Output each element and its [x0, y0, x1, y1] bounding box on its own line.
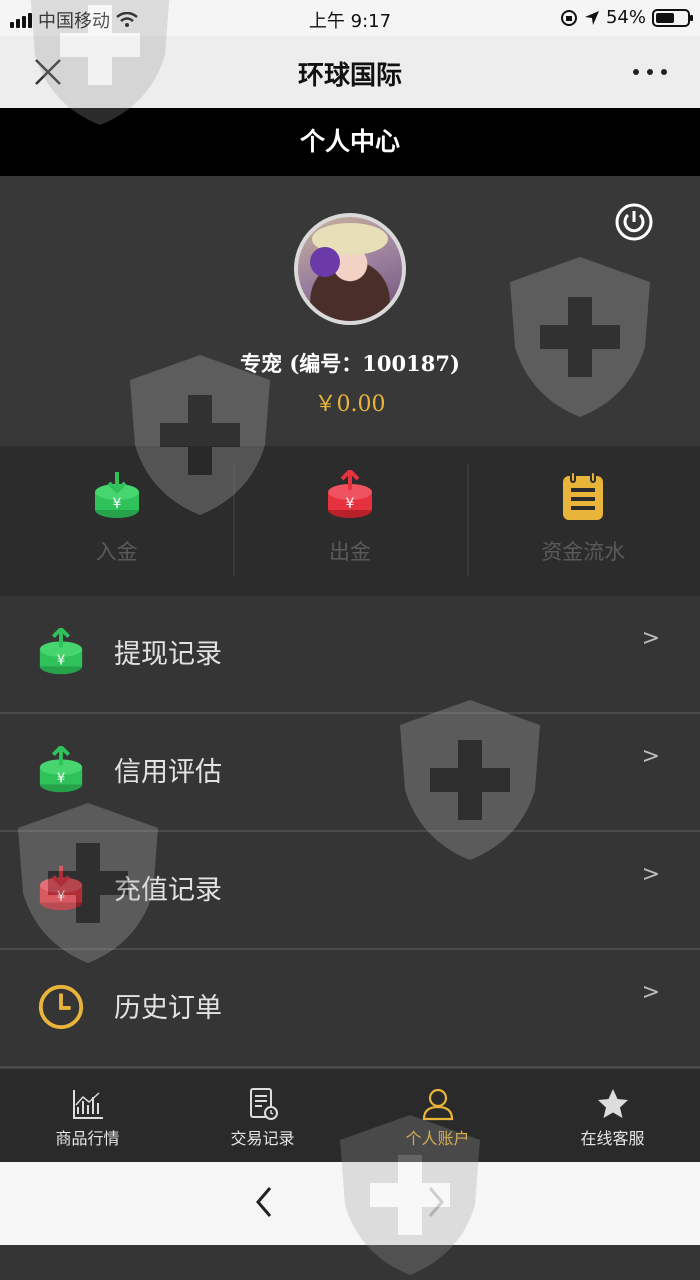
tab-bar: 商品行情 交易记录 个人账户 在线客服: [0, 1068, 700, 1163]
credit-icon: ¥: [39, 746, 83, 793]
tab-label: 商品行情: [55, 1129, 120, 1148]
user-name-line: 专宠 (编号：100187): [0, 348, 700, 378]
status-bar: 中国移动 上午 9:17 54%: [0, 0, 700, 36]
deposit-button[interactable]: ¥ 入金: [0, 446, 233, 596]
recharge-record-icon: ¥: [39, 865, 83, 911]
nav-bar: 环球国际: [0, 36, 700, 108]
power-icon[interactable]: [614, 202, 654, 242]
chevron-right-icon: >: [641, 744, 660, 769]
menu-item-label: 提现记录: [114, 639, 222, 670]
browser-toolbar: [0, 1162, 700, 1245]
tab-online-service[interactable]: 在线客服: [525, 1069, 700, 1163]
withdraw-label: 出金: [328, 540, 371, 564]
deposit-icon: ¥: [94, 472, 139, 518]
tab-label: 个人账户: [405, 1129, 470, 1148]
svg-text:¥: ¥: [57, 890, 66, 905]
svg-text:¥: ¥: [112, 496, 121, 512]
battery-icon: [652, 8, 693, 27]
forward-icon[interactable]: [420, 1184, 450, 1220]
tab-market[interactable]: 商品行情: [0, 1069, 175, 1163]
svg-text:¥: ¥: [346, 496, 355, 512]
tab-label: 交易记录: [230, 1129, 295, 1148]
document-icon: [249, 1088, 278, 1120]
status-right: 54%: [560, 7, 693, 28]
menu-item-credit-assessment[interactable]: ¥ 信用评估 >: [0, 714, 700, 832]
withdraw-icon: ¥: [327, 470, 372, 518]
avatar[interactable]: [294, 213, 406, 325]
chevron-right-icon: >: [641, 980, 660, 1005]
back-icon[interactable]: [250, 1184, 280, 1220]
nav-title: 环球国际: [297, 61, 402, 91]
quick-actions: ¥ 入金 ¥ 出金 资金流水: [0, 446, 700, 596]
chart-icon: [72, 1090, 103, 1119]
menu-item-recharge-record[interactable]: ¥ 充值记录 >: [0, 832, 700, 950]
battery-percent: 54%: [605, 7, 646, 28]
withdraw-record-icon: ¥: [39, 628, 83, 675]
fund-flow-button[interactable]: 资金流水: [466, 446, 700, 596]
user-icon: [422, 1088, 453, 1121]
tab-label: 在线客服: [580, 1129, 645, 1148]
tab-trade-records[interactable]: 交易记录: [175, 1069, 350, 1163]
svg-text:¥: ¥: [57, 772, 66, 787]
user-id: (编号：100187): [289, 351, 460, 376]
chevron-right-icon: >: [641, 862, 660, 887]
rotation-lock-icon: [560, 9, 577, 26]
fund-flow-label: 资金流水: [541, 540, 626, 564]
menu-item-label: 信用评估: [114, 757, 222, 788]
withdraw-button[interactable]: ¥ 出金: [233, 446, 466, 596]
clock-icon: [38, 984, 84, 1030]
notepad-icon: [563, 471, 604, 520]
deposit-label: 入金: [95, 540, 138, 564]
menu-list: ¥ 提现记录 > ¥ 信用评估 > ¥ 充值记录 > 历史订单 >: [0, 596, 700, 1068]
menu-item-withdraw-record[interactable]: ¥ 提现记录 >: [0, 596, 700, 714]
chevron-right-icon: >: [641, 626, 660, 651]
menu-item-label: 历史订单: [114, 993, 222, 1024]
profile-section: 专宠 (编号：100187) ￥0.00: [0, 176, 700, 446]
tab-personal-account[interactable]: 个人账户: [350, 1069, 525, 1163]
star-icon: [597, 1089, 628, 1118]
svg-text:¥: ¥: [57, 654, 66, 669]
menu-item-order-history[interactable]: 历史订单 >: [0, 950, 700, 1068]
user-name: 专宠: [240, 352, 283, 376]
menu-item-label: 充值记录: [114, 875, 222, 906]
page-title: 个人中心: [0, 108, 700, 176]
location-icon: [584, 10, 599, 25]
more-icon[interactable]: [630, 58, 670, 86]
account-balance: ￥0.00: [314, 392, 386, 417]
